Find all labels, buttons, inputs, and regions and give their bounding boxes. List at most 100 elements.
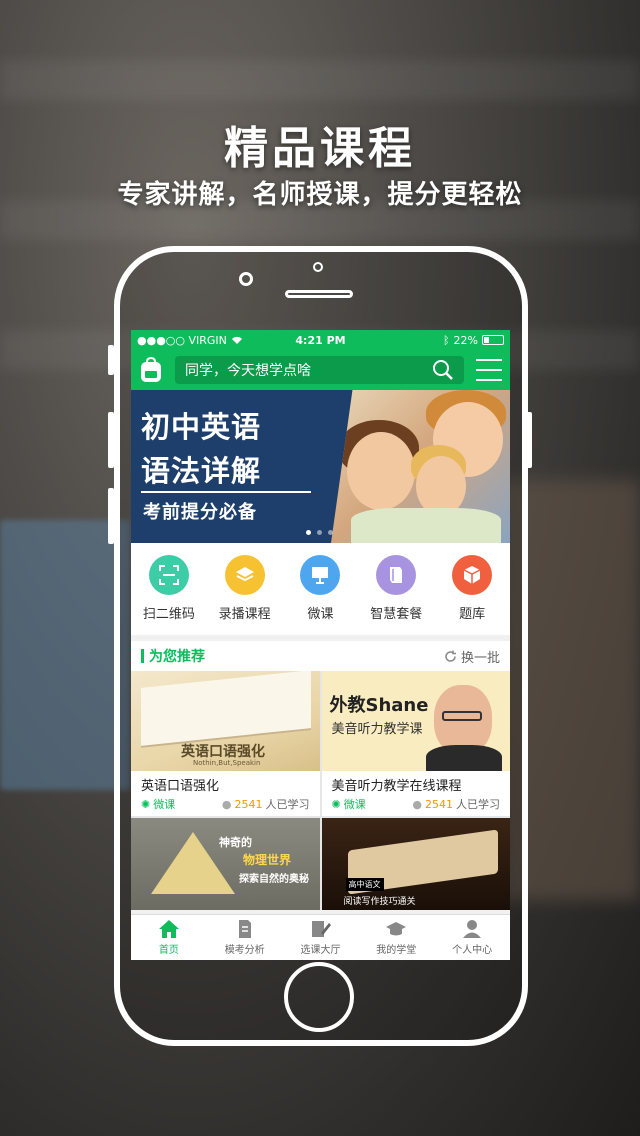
course-card[interactable]: 英语口语强化 Nothin,But,Speakin 英语口语强化 ✺ 微课 ● 25… — [131, 671, 320, 816]
bottom-tab-bar: 首页 模考分析 选课大厅 我的学堂 个人中心 — [131, 914, 510, 960]
learner-count: ● 2541 人已学习 — [412, 796, 500, 812]
course-thumbnail: 外教Shane 美音听力教学课 — [321, 671, 510, 771]
hero-title: 精品课程 — [224, 123, 416, 174]
category-label: 扫二维码 — [142, 607, 195, 622]
course-thumbnail: 英语口语强化 Nothin,But,Speakin — [131, 671, 320, 771]
recommend-header: 为您推荐 换一批 — [131, 641, 510, 671]
tab-profile[interactable]: 个人中心 — [434, 915, 510, 960]
hamburger-menu-icon[interactable] — [476, 359, 502, 381]
course-line1: 神奇的 — [219, 836, 252, 849]
course-line2: 物理世界 — [243, 853, 292, 867]
lightbulb-icon: ✺ — [331, 797, 341, 811]
course-meta: ✺ 微课 ● 2541 人已学习 — [131, 794, 320, 816]
learner-count: ● 2541 人已学习 — [222, 796, 310, 812]
course-name: 英语口语强化 — [141, 779, 220, 794]
search-input[interactable]: 同学，今天想学点啥 — [175, 356, 464, 384]
section-marker — [141, 649, 144, 663]
course-card[interactable]: 外教Shane 美音听力教学课 美音听力教学在线课程 ✺ 微课 ● 2541 人已学习 — [321, 671, 511, 816]
books-icon — [376, 555, 417, 595]
course-card[interactable]: 高中语文 阅读写作技巧通关 — [321, 818, 510, 910]
lightbulb-icon: ✺ — [141, 797, 151, 811]
category-question-bank[interactable]: 题库 — [436, 555, 508, 635]
thumb-subtitle: 美音听力教学课 — [331, 722, 423, 737]
course-line1: 高中语文 — [345, 878, 384, 891]
recommend-title: 为您推荐 — [149, 649, 205, 665]
graduation-cap-icon — [386, 922, 407, 936]
course-type-label: 微课 — [343, 798, 366, 811]
banner-line2: 语法详解 — [141, 454, 262, 488]
banner-line3: 考前提分必备 — [143, 502, 257, 523]
tab-label: 模考分析 — [224, 945, 265, 956]
earpiece-speaker — [285, 290, 353, 298]
carousel-dots[interactable] — [306, 530, 333, 535]
cube-icon — [452, 555, 493, 595]
app-header: 同学，今天想学点啥 — [131, 350, 510, 390]
course-type-label: 微课 — [153, 798, 176, 811]
course-type: ✺ 微课 — [332, 796, 366, 812]
mute-switch — [108, 345, 114, 375]
tab-home[interactable]: 首页 — [131, 915, 207, 960]
course-meta: ✺ 微课 ● 2541 人已学习 — [322, 794, 511, 816]
search-icon[interactable] — [432, 359, 454, 381]
learner-number: 2541 — [425, 797, 453, 811]
thumb-subtitle: Nothin,But,Speakin — [193, 759, 261, 767]
tab-my-school[interactable]: 我的学堂 — [358, 915, 434, 960]
home-icon — [158, 920, 179, 938]
volume-up-button — [108, 412, 114, 468]
course-line3: 探索自然的奥秘 — [239, 874, 309, 885]
volume-down-button — [108, 488, 114, 544]
category-label: 智慧套餐 — [370, 607, 423, 622]
edit-icon — [312, 921, 332, 937]
user-icon: ● — [412, 797, 422, 811]
refresh-label: 换一批 — [460, 650, 500, 666]
layers-icon — [224, 555, 265, 595]
course-name: 美音听力教学在线课程 — [331, 779, 462, 794]
category-microlesson[interactable]: 微课 — [284, 555, 356, 635]
course-type: ✺ 微课 — [141, 796, 175, 812]
bg-shelf — [0, 60, 640, 100]
promo-banner[interactable]: 初中英语 语法详解 考前提分必备 — [131, 390, 510, 543]
category-package[interactable]: 智慧套餐 — [360, 555, 432, 635]
battery-icon — [482, 335, 504, 345]
refresh-icon — [445, 650, 456, 662]
app-screen: ●●●○○ VIRGIN 4:21 PM ᛒ 22% 同学，今天想学点啥 初中英… — [131, 330, 510, 960]
home-button[interactable] — [284, 962, 354, 1032]
carrier-label: ●●●○○ VIRGIN — [137, 333, 227, 347]
banner-divider — [141, 491, 311, 493]
learner-suffix: 人已学习 — [265, 798, 310, 811]
battery-percent: 22% — [453, 333, 478, 347]
category-label: 录播课程 — [218, 607, 271, 622]
course-line2: 阅读写作技巧通关 — [343, 897, 416, 907]
person-icon — [463, 920, 482, 938]
power-button — [526, 412, 532, 468]
presentation-icon — [300, 555, 341, 595]
proximity-sensor — [313, 262, 323, 272]
bluetooth-icon: ᛒ — [442, 333, 450, 347]
learner-suffix: 人已学习 — [456, 798, 500, 811]
banner-line1: 初中英语 — [141, 410, 262, 444]
course-grid: 英语口语强化 Nothin,But,Speakin 英语口语强化 ✺ 微课 ● 25… — [131, 671, 510, 910]
report-icon — [238, 920, 251, 938]
category-label: 微课 — [307, 607, 334, 622]
hero-subtitle: 专家讲解，名师授课，提分更轻松 — [117, 180, 523, 210]
tab-exam-analysis[interactable]: 模考分析 — [207, 915, 283, 960]
tab-label: 选课大厅 — [300, 945, 341, 956]
tab-label: 个人中心 — [452, 945, 493, 956]
schoolbag-icon[interactable] — [139, 357, 163, 383]
status-bar: ●●●○○ VIRGIN 4:21 PM ᛒ 22% — [131, 330, 510, 350]
category-recorded[interactable]: 录播课程 — [209, 555, 281, 635]
tab-label: 我的学堂 — [376, 945, 417, 956]
course-card[interactable]: 神奇的 物理世界 探索自然的奥秘 — [131, 818, 320, 910]
learner-number: 2541 — [234, 797, 263, 811]
banner-photo — [331, 390, 510, 543]
tab-label: 首页 — [158, 945, 179, 956]
category-row: 扫二维码 录播课程 微课 智慧套餐 题库 — [131, 543, 510, 635]
front-camera — [239, 272, 253, 286]
category-label: 题库 — [459, 607, 486, 622]
category-qr-scan[interactable]: 扫二维码 — [133, 555, 205, 635]
tab-course-hall[interactable]: 选课大厅 — [283, 915, 359, 960]
search-placeholder: 同学，今天想学点啥 — [185, 363, 311, 379]
refresh-button[interactable]: 换一批 — [444, 647, 500, 666]
user-icon: ● — [221, 797, 232, 811]
qr-scan-icon — [148, 555, 189, 595]
